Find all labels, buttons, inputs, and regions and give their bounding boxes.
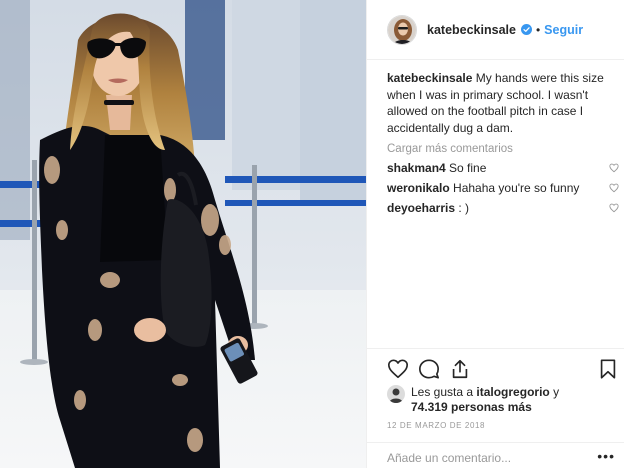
post-date[interactable]: 12 DE MARZO DE 2018 xyxy=(387,421,485,430)
comment-text: So fine xyxy=(445,161,487,175)
header-username[interactable]: katebeckinsale xyxy=(427,23,516,37)
comments-section: katebeckinsale My hands were this size w… xyxy=(387,70,619,215)
liked-by-username[interactable]: italogregorio xyxy=(476,385,549,399)
load-more-comments-button[interactable]: Cargar más comentarios xyxy=(387,143,619,155)
likes-middle: y xyxy=(549,385,560,399)
post-header: katebeckinsale • Seguir xyxy=(367,0,624,60)
more-options-icon[interactable]: ••• xyxy=(597,449,615,463)
post-photo xyxy=(0,0,366,468)
post-actions-section: Les gusta a italogregorio y 74.319 perso… xyxy=(367,348,624,442)
follow-button[interactable]: Seguir xyxy=(544,23,583,37)
comment-item: weronikalo Hahaha you're so funny xyxy=(387,181,619,195)
comment-username[interactable]: shakman4 xyxy=(387,161,446,175)
comment-like-heart-icon[interactable] xyxy=(609,183,619,193)
comment-like-heart-icon[interactable] xyxy=(609,163,619,173)
add-comment-input[interactable] xyxy=(387,451,577,465)
likes-count[interactable]: 74.319 personas más xyxy=(411,400,532,414)
share-icon[interactable] xyxy=(449,358,471,380)
likes-prefix: Les gusta a xyxy=(411,385,477,399)
comment-like-heart-icon[interactable] xyxy=(609,203,619,213)
heart-icon[interactable] xyxy=(387,358,409,380)
add-comment-bar: ••• xyxy=(367,442,624,468)
bookmark-icon[interactable] xyxy=(597,358,619,380)
avatar[interactable] xyxy=(387,14,417,45)
comment-item: deyoeharris : ) xyxy=(387,201,619,215)
comment-text: Hahaha you're so funny xyxy=(449,181,580,195)
post-caption: katebeckinsale My hands were this size w… xyxy=(387,70,619,136)
likes-text: Les gusta a italogregorio y 74.319 perso… xyxy=(411,385,611,415)
comment-username[interactable]: deyoeharris xyxy=(387,201,455,215)
comment-icon[interactable] xyxy=(418,358,440,380)
post-details-panel: katebeckinsale • Seguir katebeckinsale M… xyxy=(366,0,624,468)
comment-text: : ) xyxy=(455,201,470,215)
comment-username[interactable]: weronikalo xyxy=(387,181,450,195)
likes-summary: Les gusta a italogregorio y 74.319 perso… xyxy=(387,385,619,417)
verified-badge-icon xyxy=(520,24,532,35)
action-bar xyxy=(387,358,617,382)
caption-username[interactable]: katebeckinsale xyxy=(387,71,472,85)
header-separator: • xyxy=(535,22,541,37)
comment-item: shakman4 So fine xyxy=(387,161,619,175)
liker-avatar[interactable] xyxy=(387,385,405,403)
